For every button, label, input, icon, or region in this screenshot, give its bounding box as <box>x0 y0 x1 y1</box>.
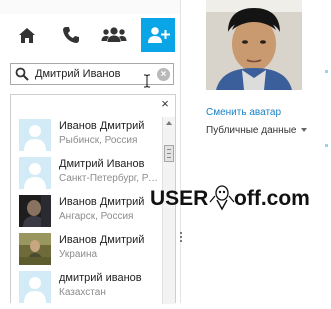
contact-result[interactable]: дмитрий иванов Казахстан <box>19 271 159 309</box>
chevron-down-icon <box>301 128 308 132</box>
edge-marker <box>325 70 328 73</box>
home-icon <box>19 27 35 43</box>
contact-location: Ангарск, Россия <box>59 211 134 222</box>
contact-name: дмитрий иванов <box>59 272 142 284</box>
contact-result[interactable]: Дмитрий Иванов Санкт-Петербург, Россия <box>19 157 163 195</box>
contact-result[interactable]: Иванов Дмитрий Ангарск, Россия <box>19 195 159 233</box>
contact-location: Украина <box>59 249 98 260</box>
contact-location: Рыбинск, Россия <box>59 135 138 146</box>
change-avatar-link[interactable]: Сменить аватар <box>206 107 281 118</box>
tab-contacts[interactable] <box>97 18 131 52</box>
left-panel: × × Иванов Дмитрий Рыбинск, Россия <box>0 0 181 304</box>
add-contact-icon <box>148 27 170 43</box>
public-data-dropdown[interactable]: Публичные данные <box>206 125 308 136</box>
public-data-label: Публичные данные <box>206 125 297 136</box>
contact-name: Иванов Дмитрий <box>59 196 145 208</box>
profile-photo[interactable] <box>206 0 302 90</box>
close-results-icon[interactable]: × <box>159 97 171 111</box>
text-cursor-icon <box>144 74 150 88</box>
contact-photo <box>19 195 51 227</box>
clear-search-icon[interactable]: × <box>157 68 170 81</box>
contact-location: Казахстан <box>59 287 106 298</box>
mascot-icon <box>209 185 235 211</box>
phone-icon <box>63 27 79 43</box>
default-avatar-icon <box>19 119 51 151</box>
watermark-text-b: off.com <box>234 187 310 210</box>
top-strip <box>0 0 180 14</box>
edge-marker <box>325 144 328 147</box>
contact-photo <box>19 233 51 265</box>
contact-result[interactable]: Иванов Дмитрий Украина <box>19 233 159 271</box>
contact-name: Иванов Дмитрий <box>59 234 145 246</box>
contact-name: Иванов Дмитрий <box>59 120 145 132</box>
tab-calls[interactable] <box>54 18 88 52</box>
scrollbar-thumb[interactable] <box>164 145 174 162</box>
group-icon <box>101 27 127 42</box>
search-input[interactable] <box>35 66 153 82</box>
contact-result[interactable]: Иванов Дмитрий Рыбинск, Россия <box>19 119 159 157</box>
watermark-logo: USER off.com <box>150 185 310 211</box>
search-icon <box>15 67 29 81</box>
panel-splitter[interactable] <box>180 232 183 244</box>
watermark-text-a: USER <box>150 187 208 210</box>
default-avatar-icon <box>19 157 51 189</box>
contact-name: Дмитрий Иванов <box>59 158 145 170</box>
default-avatar-icon <box>19 271 51 303</box>
nav-tabs <box>8 18 178 52</box>
scroll-up-arrow-icon[interactable] <box>166 121 172 125</box>
tab-home[interactable] <box>10 18 44 52</box>
tab-add-contact[interactable] <box>141 18 175 52</box>
contact-location: Санкт-Петербург, Россия <box>59 173 163 184</box>
